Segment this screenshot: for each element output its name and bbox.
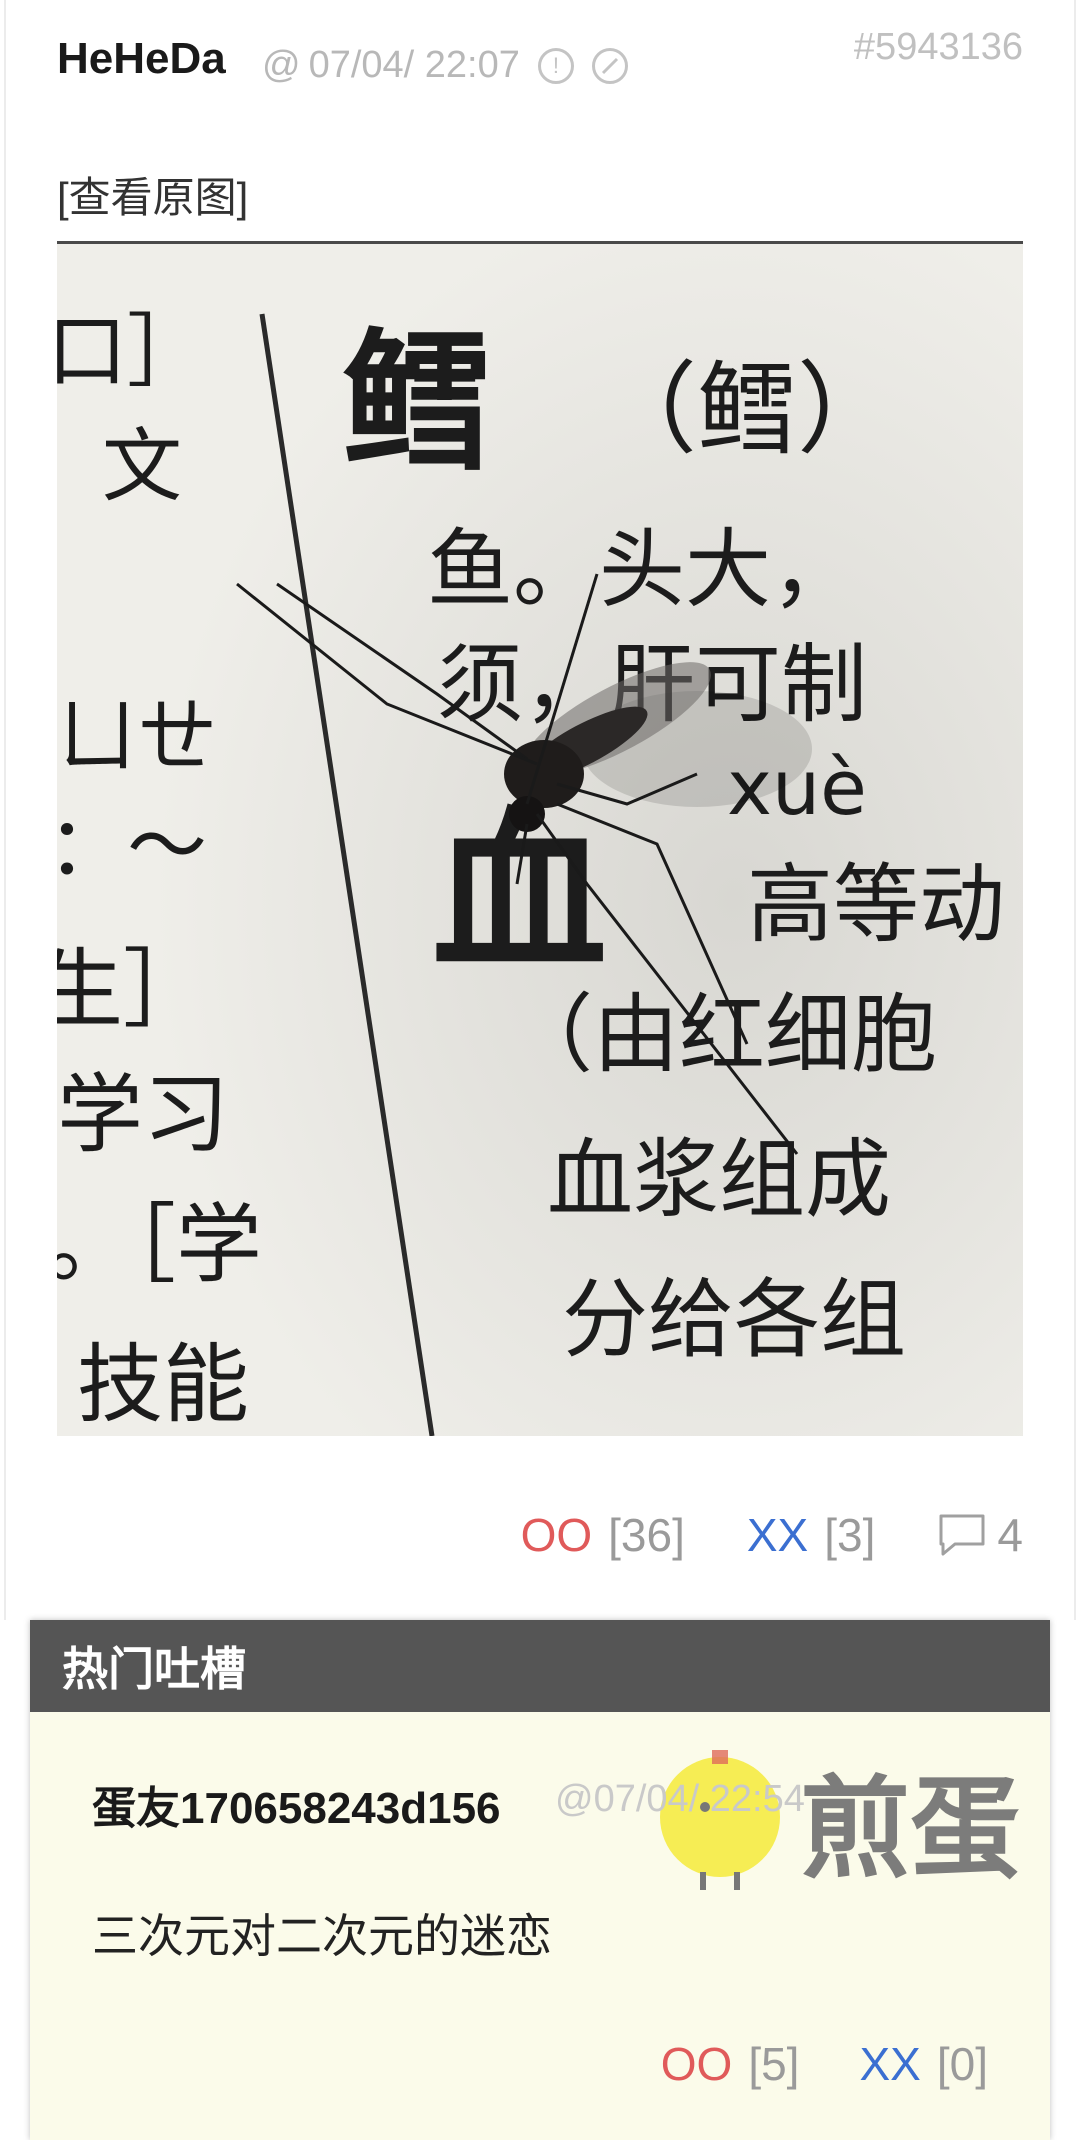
comment-count[interactable]: 4 bbox=[997, 1508, 1023, 1562]
post-author[interactable]: HeHeDa bbox=[57, 34, 226, 84]
xx-count: [3] bbox=[824, 1509, 876, 1561]
img-text-line3: 高等动 bbox=[747, 855, 1005, 955]
comment-oo-count: [5] bbox=[748, 2038, 800, 2090]
block-icon[interactable] bbox=[591, 47, 628, 84]
post-header: HeHeDa @ 07/04/ 22:07 ! #5943136 bbox=[57, 26, 1023, 90]
img-headword-alt: （鳕） bbox=[597, 351, 897, 468]
dictionary-photo: 口］ 文 ㄩㄝ ：～ 生］ 学习 。［学 技能 鳕 （鳕） 鱼。头大， 须，肝可… bbox=[57, 244, 1023, 1436]
hot-comments-panel: 热门吐槽 煎蛋 蛋友170658243d156 @07/04/ 22:54 三次… bbox=[30, 1620, 1050, 2140]
img-text-left6: 学习 bbox=[57, 1065, 229, 1165]
comment-text: 三次元对二次元的迷恋 bbox=[92, 1910, 552, 1962]
img-text-left4: ：～ bbox=[57, 800, 207, 893]
comment-time: @07/04/ 22:54 bbox=[555, 1778, 805, 1820]
report-icon[interactable]: ! bbox=[537, 47, 574, 84]
frame-border-left bbox=[4, 0, 6, 1620]
comment-icon[interactable] bbox=[937, 1512, 987, 1558]
comment-votes: OO [5] XX [0] bbox=[661, 2037, 988, 2091]
img-text-line4: （由红细胞 bbox=[507, 985, 937, 1085]
post-meta: @ 07/04/ 22:07 ! bbox=[262, 44, 628, 87]
oo-count: [36] bbox=[608, 1509, 685, 1561]
comment-author[interactable]: 蛋友170658243d156 bbox=[92, 1772, 501, 1836]
svg-text:煎蛋: 煎蛋 bbox=[800, 1765, 1020, 1892]
at-sign: @ bbox=[262, 44, 301, 86]
post-time: 07/04/ 22:07 bbox=[308, 44, 520, 86]
post-image[interactable]: 口］ 文 ㄩㄝ ：～ 生］ 学习 。［学 技能 鳕 （鳕） 鱼。头大， 须，肝可… bbox=[57, 241, 1023, 1436]
img-text-left2: 文 bbox=[102, 420, 182, 513]
img-text-line5: 血浆组成 bbox=[547, 1130, 891, 1230]
img-headword: 鳕 bbox=[342, 316, 492, 490]
frame-border-right bbox=[1074, 0, 1076, 1620]
xx-button[interactable]: XX bbox=[747, 1508, 808, 1562]
comment-xx-button[interactable]: XX bbox=[859, 2037, 920, 2091]
hot-comments-title: 热门吐槽 bbox=[30, 1620, 1050, 1712]
img-text-left3: ㄩㄝ bbox=[57, 690, 217, 783]
img-text-left7: 。［学 bbox=[57, 1195, 262, 1295]
comment-oo-button[interactable]: OO bbox=[661, 2037, 733, 2091]
img-text-line6: 分给各组 bbox=[562, 1270, 906, 1370]
img-text-left5: 生］ bbox=[57, 940, 209, 1040]
img-text-line1: 鱼。头大， bbox=[427, 520, 857, 620]
view-original-link[interactable]: [查看原图] bbox=[57, 164, 248, 225]
comment-xx-count: [0] bbox=[936, 2038, 988, 2090]
post-id[interactable]: #5943136 bbox=[854, 26, 1023, 69]
oo-button[interactable]: OO bbox=[521, 1508, 593, 1562]
img-text-left1: 口］ bbox=[57, 305, 207, 398]
post-votes: OO [36] XX [3] 4 bbox=[521, 1505, 1023, 1565]
hot-comment-item: 煎蛋 蛋友170658243d156 @07/04/ 22:54 三次元对二次元… bbox=[30, 1712, 1050, 2140]
img-text-left8: 技能 bbox=[77, 1335, 249, 1435]
